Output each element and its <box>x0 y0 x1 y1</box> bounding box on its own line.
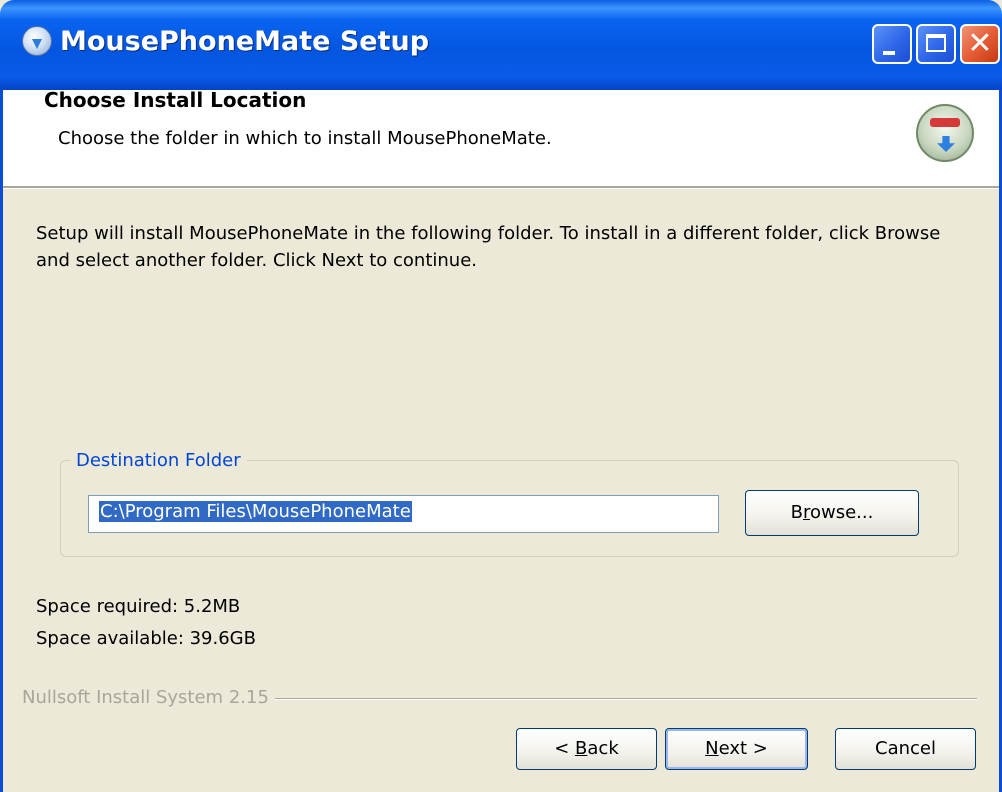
destination-path-value: C:\Program Files\MousePhoneMate <box>99 501 412 522</box>
destination-folder-label: Destination Folder <box>70 450 247 471</box>
close-button[interactable]: ✕ <box>960 24 1000 64</box>
nsis-badge <box>930 118 960 127</box>
window-border-left <box>0 186 3 792</box>
browse-label-accel: r <box>802 502 810 523</box>
page-title: Choose Install Location <box>44 88 307 112</box>
close-icon: ✕ <box>967 26 993 61</box>
branding-text: Nullsoft Install System 2.15 <box>22 687 275 708</box>
browse-button[interactable]: Browse... <box>745 490 919 536</box>
destination-path-input[interactable]: C:\Program Files\MousePhoneMate <box>88 495 719 533</box>
back-button[interactable]: < Back <box>516 728 657 770</box>
browse-label-pre: B <box>790 502 803 523</box>
page-subtitle: Choose the folder in which to install Mo… <box>58 128 552 149</box>
space-available: Space available: 39.6GB <box>36 628 256 649</box>
next-label-accel: N <box>705 738 719 759</box>
header-divider-highlight <box>0 188 1002 189</box>
next-button[interactable]: Next > <box>665 728 808 770</box>
intro-text: Setup will install MousePhoneMate in the… <box>36 223 941 271</box>
setup-icon[interactable] <box>22 26 52 56</box>
browse-label-post: owse... <box>810 502 874 523</box>
next-label-post: ext > <box>718 738 768 759</box>
title-bar[interactable]: MousePhoneMate Setup ✕ <box>0 0 1002 90</box>
nsis-installer-icon <box>916 104 974 162</box>
maximize-button[interactable] <box>916 24 956 64</box>
back-label-pre: < <box>554 738 576 759</box>
space-required: Space required: 5.2MB <box>36 596 241 617</box>
back-label-accel: B <box>575 738 588 759</box>
back-label-post: ack <box>587 738 619 759</box>
cancel-button[interactable]: Cancel <box>835 728 976 770</box>
minimize-button[interactable] <box>872 24 912 64</box>
download-arrow-icon <box>937 136 955 152</box>
window-title: MousePhoneMate Setup <box>60 26 430 57</box>
